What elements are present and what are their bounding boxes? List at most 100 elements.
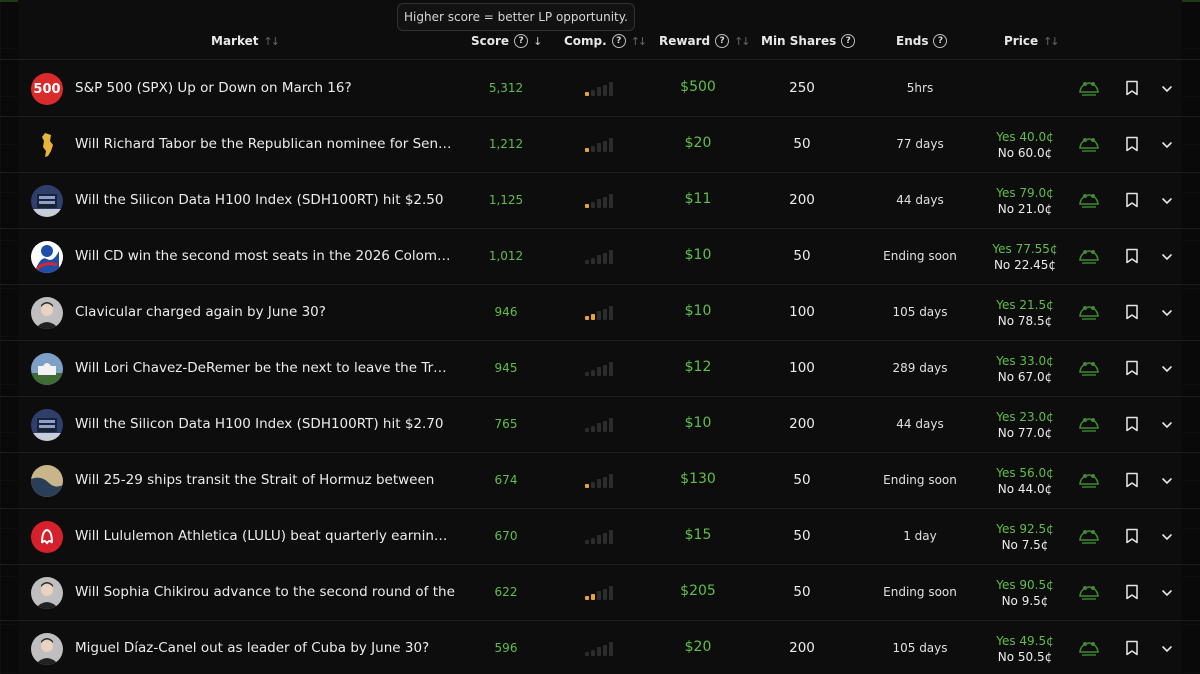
chevron-down-icon[interactable] [1161, 140, 1173, 150]
help-icon[interactable]: ? [715, 34, 730, 48]
table-row[interactable]: 500 S&P 500 (SPX) Up or Down on March 16?… [0, 61, 1200, 117]
frog-logo-icon[interactable] [1078, 638, 1100, 658]
competition-bar [591, 145, 595, 152]
table-row[interactable]: Will 25-29 ships transit the Strait of H… [0, 453, 1200, 509]
competition-bar [597, 255, 601, 264]
bookmark-icon[interactable] [1125, 80, 1139, 96]
bookmark-icon[interactable] [1125, 472, 1139, 488]
bookmark-icon[interactable] [1125, 584, 1139, 600]
ends-value: 105 days [892, 641, 948, 655]
market-title[interactable]: Clavicular charged again by June 30? [75, 304, 455, 320]
table-row[interactable]: Will Sophia Chikirou advance to the seco… [0, 565, 1200, 621]
bookmark-icon[interactable] [1125, 360, 1139, 376]
competition-bar [585, 260, 589, 264]
strait-map-icon [31, 465, 63, 497]
market-title[interactable]: Will CD win the second most seats in the… [75, 248, 455, 264]
competition-bar [597, 143, 601, 152]
chevron-down-icon[interactable] [1161, 476, 1173, 486]
chevron-down-icon[interactable] [1161, 420, 1173, 430]
min-shares-value: 50 [793, 528, 811, 544]
column-competition[interactable]: Comp. ? ↑↓ [564, 34, 647, 48]
ends-value: Ending soon [883, 249, 957, 263]
table-row[interactable]: Clavicular charged again by June 30? 946 $… [0, 285, 1200, 341]
competition-meter [585, 586, 615, 600]
table-row[interactable]: Will Lori Chavez-DeRemer be the next to … [0, 341, 1200, 397]
table-row[interactable]: Will CD win the second most seats in the… [0, 229, 1200, 285]
new-jersey-map-icon [31, 129, 63, 161]
table-row[interactable]: Will Richard Tabor be the Republican nom… [0, 117, 1200, 173]
market-title[interactable]: S&P 500 (SPX) Up or Down on March 16? [75, 80, 455, 96]
table-row[interactable]: Will the Silicon Data H100 Index (SDH100… [0, 173, 1200, 229]
reward-value: $10 [684, 303, 712, 319]
frog-logo-icon[interactable] [1078, 358, 1100, 378]
market-title[interactable]: Miguel Díaz-Canel out as leader of Cuba … [75, 640, 455, 656]
market-title[interactable]: Will Richard Tabor be the Republican nom… [75, 136, 455, 152]
column-min-shares[interactable]: Min Shares ? [761, 34, 856, 48]
help-icon[interactable]: ? [514, 34, 529, 48]
score-value: 5,312 [488, 81, 524, 95]
competition-bar [603, 644, 607, 656]
reward-value: $11 [684, 191, 712, 207]
bookmark-icon[interactable] [1125, 248, 1139, 264]
competition-bar [609, 530, 613, 544]
column-score[interactable]: Score ? ↓ [471, 34, 542, 48]
chevron-down-icon[interactable] [1161, 532, 1173, 542]
help-icon[interactable]: ? [841, 34, 856, 48]
sort-icon: ↑↓ [263, 34, 281, 48]
yes-price: Yes 33.0¢ [996, 354, 1054, 368]
table-row[interactable]: Will Lululemon Athletica (LULU) beat qua… [0, 509, 1200, 565]
column-market[interactable]: Market ↑↓ [211, 34, 281, 48]
competition-bar [591, 537, 595, 544]
chevron-down-icon[interactable] [1161, 588, 1173, 598]
frog-logo-icon[interactable] [1078, 78, 1100, 98]
market-title[interactable]: Will the Silicon Data H100 Index (SDH100… [75, 416, 455, 432]
chevron-down-icon[interactable] [1161, 364, 1173, 374]
score-value: 945 [494, 361, 518, 375]
frog-logo-icon[interactable] [1078, 414, 1100, 434]
competition-bar [603, 196, 607, 208]
frog-logo-icon[interactable] [1078, 470, 1100, 490]
frog-logo-icon[interactable] [1078, 302, 1100, 322]
market-title[interactable]: Will the Silicon Data H100 Index (SDH100… [75, 192, 455, 208]
column-ends[interactable]: Ends ? [896, 34, 948, 48]
min-shares-value: 100 [789, 304, 815, 320]
market-title[interactable]: Will Lululemon Athletica (LULU) beat qua… [75, 528, 455, 544]
chevron-down-icon[interactable] [1161, 252, 1173, 262]
frog-logo-icon[interactable] [1078, 134, 1100, 154]
reward-value: $20 [684, 639, 712, 655]
ends-value: 289 days [892, 361, 948, 375]
competition-bar [597, 311, 601, 320]
score-value: 670 [494, 529, 518, 543]
competition-bar [585, 372, 589, 376]
bookmark-icon[interactable] [1125, 136, 1139, 152]
market-title[interactable]: Will Sophia Chikirou advance to the seco… [75, 584, 455, 600]
colombia-party-logo-icon [31, 241, 63, 273]
competition-bar [609, 306, 613, 320]
frog-logo-icon[interactable] [1078, 246, 1100, 266]
bookmark-icon[interactable] [1125, 416, 1139, 432]
reward-value: $20 [684, 135, 712, 151]
person-photo-icon [31, 633, 63, 665]
sp500-logo-icon: 500 [31, 73, 63, 105]
chevron-down-icon[interactable] [1161, 196, 1173, 206]
help-icon[interactable]: ? [611, 34, 626, 48]
frog-logo-icon[interactable] [1078, 582, 1100, 602]
chevron-down-icon[interactable] [1161, 644, 1173, 654]
column-reward[interactable]: Reward ? ↑↓ [659, 34, 751, 48]
no-price: No 22.45¢ [993, 258, 1057, 272]
table-row[interactable]: Will the Silicon Data H100 Index (SDH100… [0, 397, 1200, 453]
frog-logo-icon[interactable] [1078, 526, 1100, 546]
bookmark-icon[interactable] [1125, 192, 1139, 208]
bookmark-icon[interactable] [1125, 640, 1139, 656]
chevron-down-icon[interactable] [1161, 84, 1173, 94]
frog-logo-icon[interactable] [1078, 190, 1100, 210]
chevron-down-icon[interactable] [1161, 308, 1173, 318]
min-shares-value: 200 [789, 192, 815, 208]
market-title[interactable]: Will 25-29 ships transit the Strait of H… [75, 472, 455, 488]
table-row[interactable]: Miguel Díaz-Canel out as leader of Cuba … [0, 621, 1200, 674]
bookmark-icon[interactable] [1125, 304, 1139, 320]
column-price[interactable]: Price ↑↓ [1004, 34, 1060, 48]
bookmark-icon[interactable] [1125, 528, 1139, 544]
market-title[interactable]: Will Lori Chavez-DeRemer be the next to … [75, 360, 455, 376]
help-icon[interactable]: ? [933, 34, 948, 48]
